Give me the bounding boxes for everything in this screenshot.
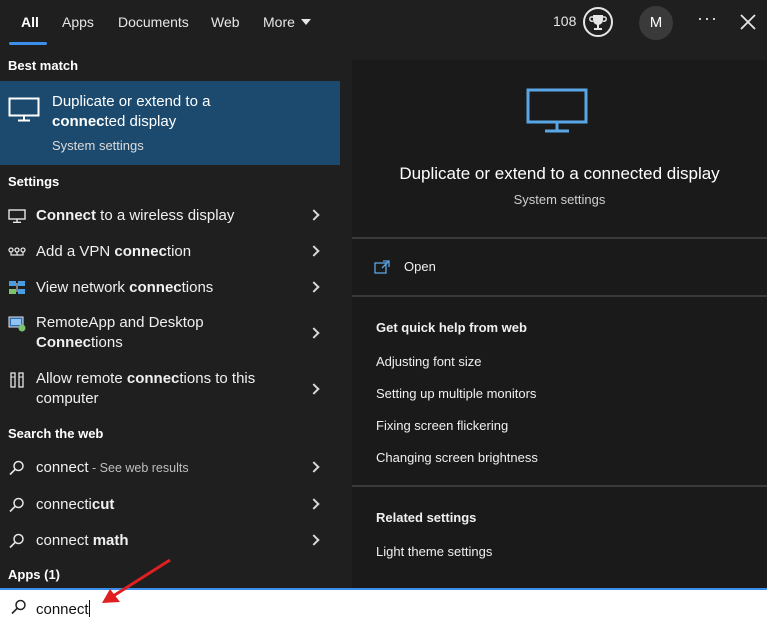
settings-heading: Settings [8, 174, 60, 189]
web-result-label: connect math [36, 532, 129, 549]
help-link[interactable]: Fixing screen flickering [376, 418, 508, 433]
preview-subtitle: System settings [513, 192, 606, 207]
remote-desktop-icon [8, 316, 26, 332]
help-link[interactable]: Changing screen brightness [376, 450, 538, 465]
help-link[interactable]: Setting up multiple monitors [376, 386, 536, 401]
best-match-subtitle: System settings [52, 138, 144, 153]
search-web-heading: Search the web [8, 426, 104, 441]
chevron-right-icon [308, 281, 320, 293]
divider [352, 295, 767, 297]
chevron-right-icon [308, 245, 320, 257]
search-icon [9, 497, 24, 513]
preview-title: Duplicate or extend to a connected displ… [399, 164, 720, 183]
tab-more-label: More [263, 14, 295, 30]
more-options-icon[interactable]: ··· [697, 8, 718, 29]
tab-apps[interactable]: Apps [62, 0, 94, 46]
vpn-icon [8, 247, 26, 256]
settings-item-remoteapp[interactable]: RemoteApp and Desktop Connections [0, 307, 340, 353]
settings-item-label: Add a VPN connection [36, 243, 192, 260]
open-icon [374, 260, 390, 274]
settings-item-label: Connect to a wireless display [36, 207, 235, 224]
trophy-icon[interactable] [583, 7, 613, 37]
tab-web[interactable]: Web [211, 0, 240, 46]
divider [352, 237, 767, 239]
related-settings-heading: Related settings [376, 510, 477, 525]
search-input-value: connect [36, 601, 89, 618]
best-match-title-line2: connected display [52, 113, 177, 130]
web-result-connect-math[interactable]: connect math [0, 524, 340, 558]
related-link[interactable]: Light theme settings [376, 544, 492, 559]
avatar[interactable]: M [639, 6, 673, 40]
rewards-points: 108 [553, 13, 577, 29]
help-link[interactable]: Adjusting font size [376, 354, 482, 369]
settings-item-wireless-display[interactable]: Connect to a wireless display [0, 199, 340, 233]
divider [352, 485, 767, 487]
search-input[interactable]: connect [36, 600, 90, 618]
settings-item-label-line1: Allow remote connections to this [36, 370, 256, 387]
monitor-icon [8, 209, 26, 224]
settings-item-label-line2: Connections [36, 334, 123, 351]
apps-heading: Apps (1) [8, 567, 60, 582]
tab-all[interactable]: All [21, 0, 39, 46]
chevron-right-icon [308, 209, 320, 221]
settings-item-label: View network connections [36, 279, 214, 296]
monitor-icon [526, 88, 588, 133]
monitor-icon [8, 97, 40, 122]
settings-item-allow-remote[interactable]: Allow remote connections to this compute… [0, 363, 340, 409]
settings-item-network-connections[interactable]: View network connections [0, 271, 340, 305]
best-match-item[interactable]: Duplicate or extend to a connected displ… [0, 81, 340, 165]
help-heading: Get quick help from web [376, 320, 527, 335]
web-result-connect[interactable]: connect - See web results [0, 451, 340, 485]
chevron-right-icon [308, 534, 320, 546]
tab-documents[interactable]: Documents [118, 0, 189, 46]
chevron-right-icon [308, 327, 320, 339]
search-icon [9, 533, 24, 549]
chevron-down-icon [300, 19, 311, 25]
annotation-arrow-icon [102, 558, 171, 603]
remote-connections-icon [10, 372, 24, 388]
search-icon [9, 460, 24, 476]
active-tab-indicator [9, 42, 47, 45]
best-match-heading: Best match [8, 58, 79, 73]
tab-more[interactable]: More [263, 0, 311, 46]
web-result-connecticut[interactable]: connecticut [0, 488, 340, 522]
web-result-label: connecticut [36, 496, 115, 513]
text-caret [88, 600, 90, 617]
chevron-right-icon [308, 498, 320, 510]
close-icon[interactable] [738, 12, 758, 32]
chevron-right-icon [308, 461, 320, 473]
preview-pane: Duplicate or extend to a connected displ… [352, 60, 767, 588]
settings-item-vpn[interactable]: Add a VPN connection [0, 235, 340, 269]
results-pane: Best match Duplicate or extend to a conn… [0, 48, 340, 588]
network-connections-icon [9, 281, 25, 294]
best-match-title-line1: Duplicate or extend to a [52, 93, 211, 110]
web-result-label: connect - See web results [36, 459, 189, 476]
open-button[interactable]: Open [374, 258, 574, 280]
search-icon [11, 599, 26, 615]
top-bar: All Apps Documents Web More 108 M ··· [0, 0, 767, 48]
settings-item-label-line1: RemoteApp and Desktop [36, 314, 204, 331]
trophy-glyph [589, 15, 607, 30]
chevron-right-icon [308, 383, 320, 395]
settings-item-label-line2: computer [36, 390, 99, 407]
open-label: Open [404, 259, 436, 274]
